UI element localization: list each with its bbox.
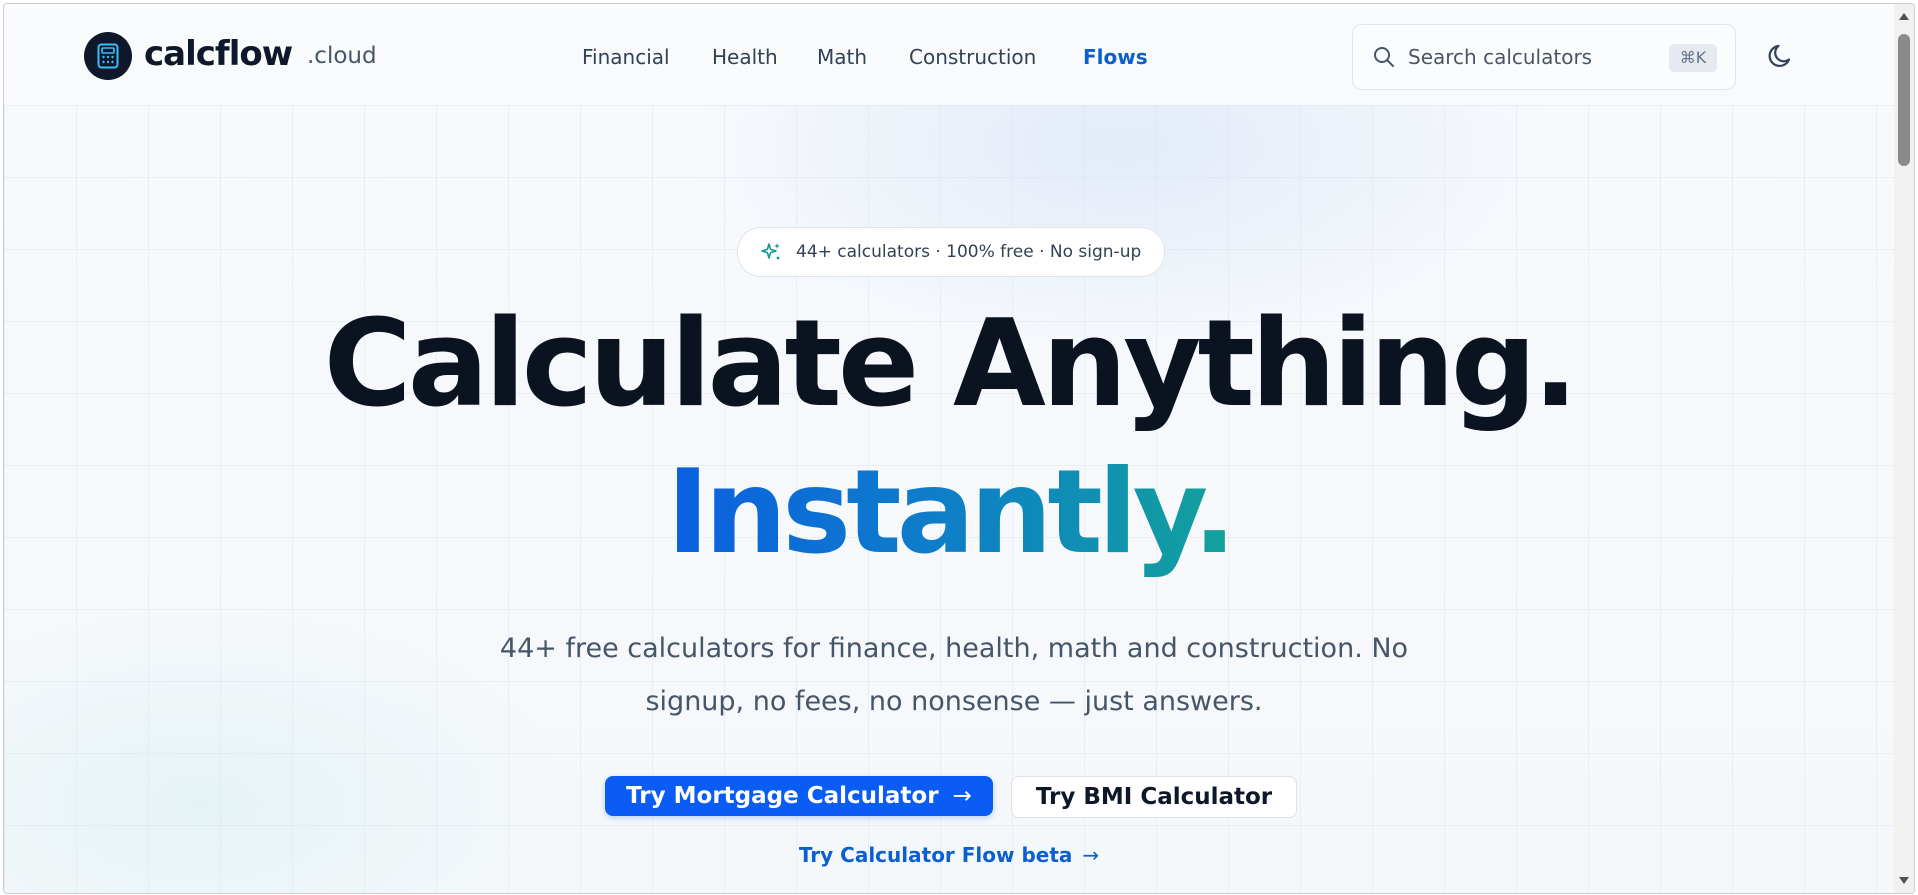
- calculator-icon: [97, 43, 119, 69]
- secondary-cta-label: Try BMI Calculator: [1035, 784, 1273, 810]
- search-shortcut: ⌘K: [1669, 44, 1717, 72]
- hero-section: 44+ calculators · 100% free · No sign-up…: [4, 105, 1894, 893]
- flow-link-label: Try Calculator Flow beta: [798, 843, 1073, 867]
- arrow-right-icon: →: [1082, 843, 1100, 867]
- search-box[interactable]: Search calculators ⌘K: [1352, 24, 1736, 90]
- sparkles-icon: [761, 243, 780, 260]
- hero-badge: 44+ calculators · 100% free · No sign-up: [737, 227, 1165, 277]
- try-bmi-calculator-button[interactable]: Try BMI Calculator: [1011, 776, 1297, 818]
- search-icon: [1374, 47, 1394, 67]
- moon-icon: [1768, 44, 1791, 68]
- nav-math[interactable]: Math: [817, 45, 867, 69]
- scrollbar-thumb[interactable]: [1898, 34, 1910, 166]
- hero-badge-text: 44+ calculators · 100% free · No sign-up: [796, 242, 1142, 262]
- hero-headline: Calculate Anything.: [323, 295, 1579, 434]
- theme-toggle-button[interactable]: [1766, 41, 1796, 71]
- hero-subheading: 44+ free calculators for finance, health…: [499, 633, 1409, 717]
- nav-health[interactable]: Health: [712, 45, 778, 69]
- logo-link[interactable]: [84, 32, 132, 80]
- site-header: calcflow .cloud Financial Health Math Co…: [4, 4, 1894, 106]
- try-calculator-flow-link[interactable]: Try Calculator Flow beta →: [4, 843, 1894, 867]
- scrollbar-arrow-down-icon[interactable]: [1899, 877, 1909, 884]
- arrow-right-icon: →: [952, 783, 972, 809]
- browser-window: calcflow .cloud Financial Health Math Co…: [3, 3, 1915, 894]
- primary-cta-label: Try Mortgage Calculator: [626, 783, 939, 809]
- hero-headline-accent: Instantly.: [4, 455, 1894, 571]
- search-placeholder: Search calculators: [1408, 45, 1593, 69]
- nav-flows[interactable]: Flows: [1083, 45, 1148, 69]
- scrollbar-arrow-up-icon[interactable]: [1899, 13, 1909, 20]
- hero-headline-accent-text: Instantly.: [666, 445, 1236, 580]
- brand-suffix: .cloud: [307, 43, 377, 69]
- nav-construction[interactable]: Construction: [909, 45, 1036, 69]
- brand-name[interactable]: calcflow: [144, 34, 293, 74]
- nav-financial[interactable]: Financial: [582, 45, 670, 69]
- try-mortgage-calculator-button[interactable]: Try Mortgage Calculator →: [605, 776, 993, 816]
- vertical-scrollbar[interactable]: [1894, 4, 1914, 893]
